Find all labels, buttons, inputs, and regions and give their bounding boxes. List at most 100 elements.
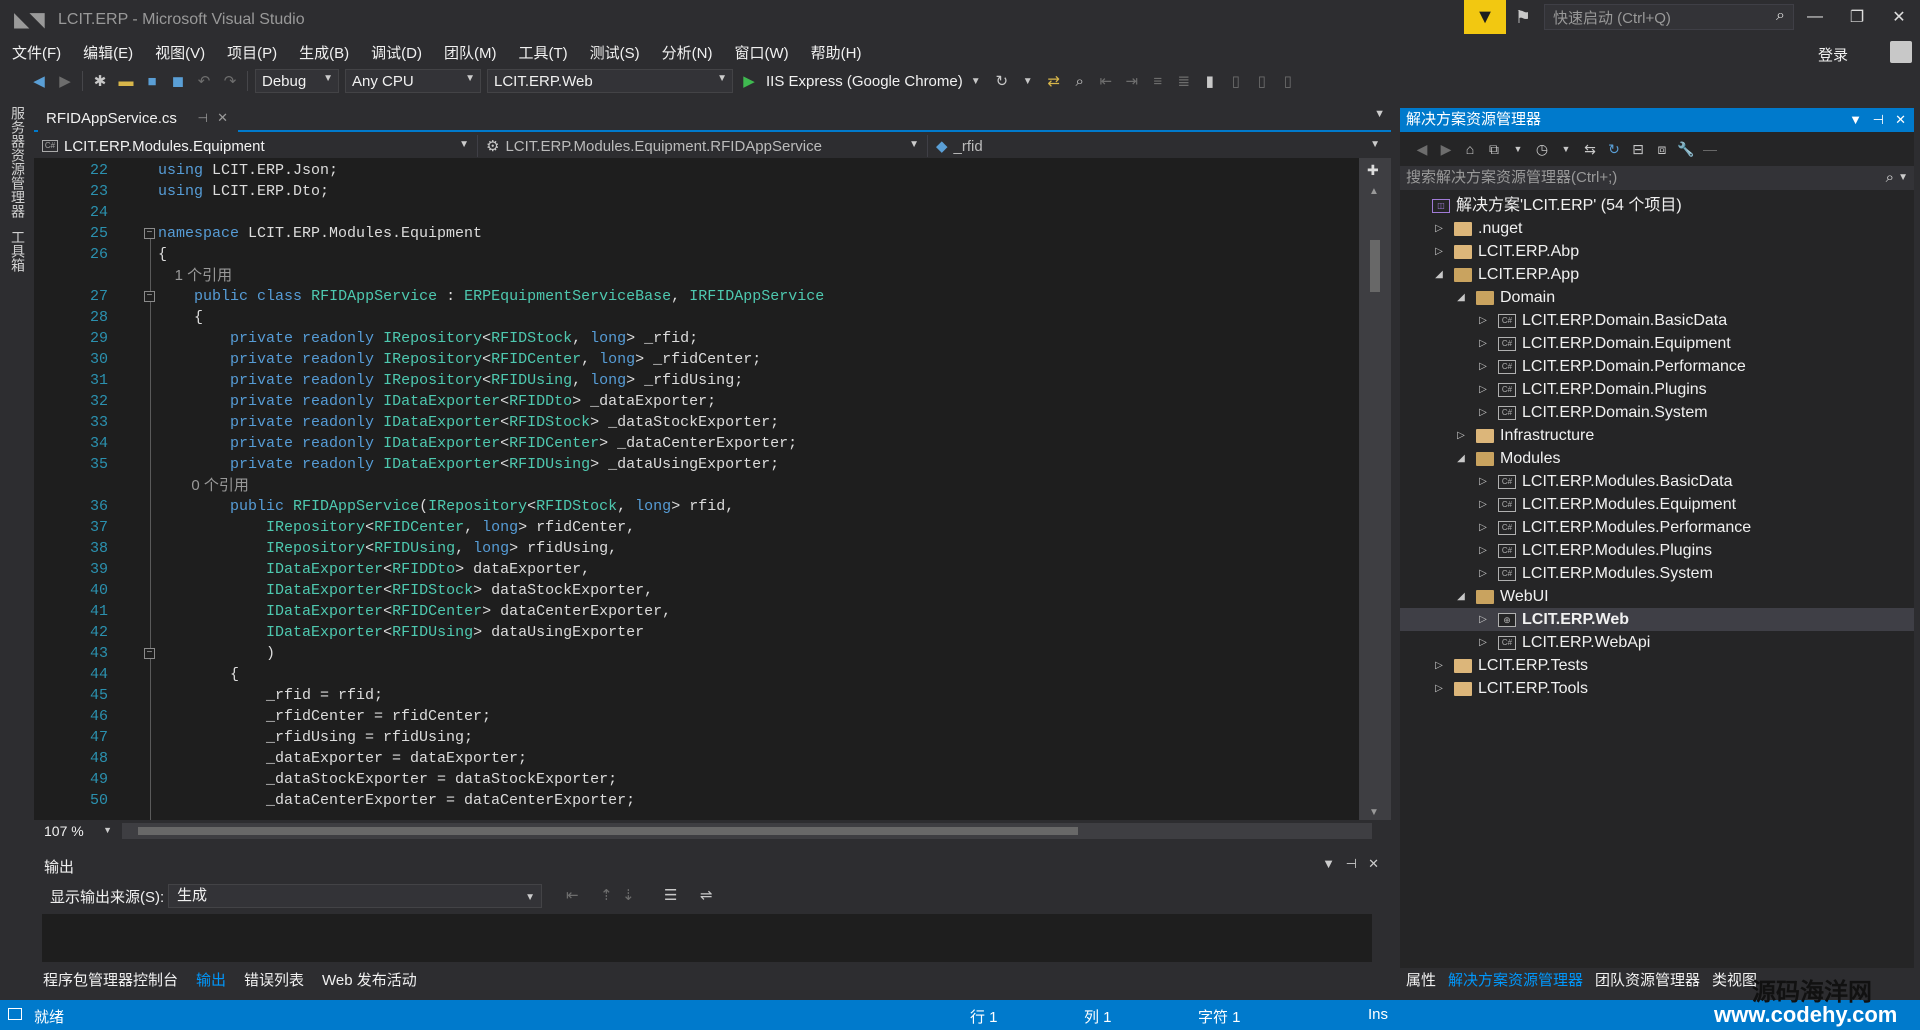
expand-arrow-icon[interactable]: ▷ [1432,240,1446,263]
close-icon[interactable]: ✕ [1895,108,1906,132]
code-line[interactable]: 27 − public class RFIDAppService : ERPEqu… [34,286,1354,307]
tree-item[interactable]: ▷ LCIT.ERP.Abp [1400,240,1914,263]
navigate-back-icon[interactable]: ◀ [26,68,52,94]
code-line[interactable]: 30 private readonly IRepository<RFIDCent… [34,349,1354,370]
tree-item[interactable]: ▷ C# LCIT.ERP.Modules.BasicData [1400,470,1914,493]
tab-solution-explorer[interactable]: 解决方案资源管理器 [1442,969,1589,993]
expand-arrow-icon[interactable]: ▷ [1476,309,1490,332]
code-line[interactable]: 36 public RFIDAppService(IRepository<RFI… [34,496,1354,517]
pin-icon[interactable]: ⊣ [1873,108,1884,132]
code-line[interactable]: 45 _rfid = rfid; [34,685,1354,706]
tab-list-dropdown-icon[interactable]: ▼ [1374,108,1385,120]
menu-tools[interactable]: 工具(T) [507,42,578,63]
forward-icon[interactable]: ▶ [1434,136,1458,162]
bookmark-icon[interactable]: ▮ [1197,68,1223,94]
chevron-down-icon[interactable]: ▼ [1849,108,1862,132]
menu-test[interactable]: 测试(S) [579,42,651,63]
expand-arrow-icon[interactable]: ▷ [1476,539,1490,562]
tab-team-explorer[interactable]: 团队资源管理器 [1589,969,1706,993]
expand-arrow-icon[interactable]: ▷ [1432,677,1446,700]
tree-item[interactable]: ▷ C# LCIT.ERP.Modules.System [1400,562,1914,585]
code-line[interactable]: 32 private readonly IDataExporter<RFIDDt… [34,391,1354,412]
pin-icon[interactable]: ⊣ [1346,856,1357,872]
zoom-select[interactable]: 107 % ▼ [34,823,118,839]
scrollbar-thumb[interactable] [1370,240,1380,292]
collapse-arrow-icon[interactable]: ◢ [1432,263,1446,286]
menu-project[interactable]: 项目(P) [216,42,288,63]
clear-all-icon[interactable]: ☰ [664,886,677,904]
sync-active-document-icon[interactable]: ⇆ [1578,136,1602,162]
home-icon[interactable]: ⌂ [1458,136,1482,162]
menu-analyze[interactable]: 分析(N) [651,42,724,63]
refresh-browser-icon[interactable]: ↻ [989,68,1015,94]
tab-properties[interactable]: 属性 [1400,969,1442,993]
editor-vertical-scrollbar[interactable]: ✚ ▲ ▼ [1359,158,1391,824]
prev-message-icon[interactable]: ⇡ [600,886,613,904]
tab-web-publish-activity[interactable]: Web 发布活动 [313,969,426,993]
clear-bookmarks-icon[interactable]: ▯ [1275,68,1301,94]
menu-window[interactable]: 窗口(W) [723,42,799,63]
find-message-icon[interactable]: ⇤ [566,886,579,904]
tree-item[interactable]: ◢ WebUI [1400,585,1914,608]
chevron-down-icon[interactable]: ▼ [1015,68,1041,94]
browser-link-icon[interactable]: ⇄ [1041,68,1067,94]
code-line[interactable]: 25 − namespace LCIT.ERP.Modules.Equipment [34,223,1354,244]
start-debugging-icon[interactable]: ▶ [736,68,762,94]
restore-icon[interactable]: ❐ [1836,0,1878,34]
tree-item[interactable]: ▷ LCIT.ERP.Tests [1400,654,1914,677]
menu-edit[interactable]: 编辑(E) [72,42,144,63]
navigate-forward-icon[interactable]: ▶ [52,68,78,94]
tree-item[interactable]: ◢ LCIT.ERP.App [1400,263,1914,286]
output-source-select[interactable]: 生成 ▼ [168,884,542,908]
pin-icon[interactable]: ⊣ [198,111,208,125]
code-line[interactable]: 49 _dataStockExporter = dataStockExporte… [34,769,1354,790]
code-line[interactable]: 29 private readonly IRepository<RFIDStoc… [34,328,1354,349]
next-message-icon[interactable]: ⇣ [622,886,635,904]
server-explorer-tab[interactable]: 服务器资源管理器 [8,106,28,218]
expand-arrow-icon[interactable]: ▷ [1476,332,1490,355]
open-file-icon[interactable]: ▬ [113,68,139,94]
tree-item[interactable]: ◢ Modules [1400,447,1914,470]
code-editor[interactable]: 22 using LCIT.ERP.Json; 23 using LCIT.ERP.D… [34,158,1391,824]
code-line[interactable]: 24 [34,202,1354,223]
collapse-arrow-icon[interactable]: ◢ [1454,286,1468,309]
close-window-icon[interactable]: ✕ [1878,0,1920,34]
uncomment-icon[interactable]: ≣ [1171,68,1197,94]
tree-item[interactable]: ◢ Domain [1400,286,1914,309]
login-link[interactable]: 登录 [1818,44,1848,65]
back-icon[interactable]: ◀ [1410,136,1434,162]
codelens-references[interactable]: 1 个引用 [158,265,233,286]
code-line[interactable]: 0 个引用 [34,475,1354,496]
code-line[interactable]: 50 _dataCenterExporter = dataCenterExpor… [34,790,1354,811]
tab-output[interactable]: 输出 [187,969,235,993]
project-nav-select[interactable]: C# LCIT.ERP.Modules.Equipment ▼ [34,135,478,157]
run-target-button[interactable]: IIS Express (Google Chrome) [766,73,963,90]
expand-arrow-icon[interactable]: ▷ [1476,493,1490,516]
codelens-references[interactable]: 0 个引用 [158,475,249,496]
editor-horizontal-scrollbar[interactable] [122,823,1372,839]
pending-changes-filter-icon[interactable]: ◷ [1530,136,1554,162]
solution-search-input[interactable]: 搜索解决方案资源管理器(Ctrl+;) ⌕ ▼ [1400,166,1914,190]
next-bookmark-icon[interactable]: ▯ [1249,68,1275,94]
run-target-dropdown-icon[interactable]: ▼ [963,68,989,94]
chevron-down-icon[interactable]: ▼ [1554,136,1578,162]
switch-views-icon[interactable]: ⧉ [1482,136,1506,162]
save-icon[interactable]: ■ [139,68,165,94]
tree-item[interactable]: ▷ .nuget [1400,217,1914,240]
collapse-all-icon[interactable]: ⊟ [1626,136,1650,162]
tree-item[interactable]: ▷ C# LCIT.ERP.Domain.Plugins [1400,378,1914,401]
new-project-icon[interactable]: ✱ [87,68,113,94]
class-nav-select[interactable]: ⚙ LCIT.ERP.Modules.Equipment.RFIDAppServ… [478,135,928,157]
expand-arrow-icon[interactable]: ▷ [1476,470,1490,493]
code-line[interactable]: 22 using LCIT.ERP.Json; [34,160,1354,181]
code-line[interactable]: 42 IDataExporter<RFIDUsing> dataUsingExp… [34,622,1354,643]
code-line[interactable]: 39 IDataExporter<RFIDDto> dataExporter, [34,559,1354,580]
tree-item[interactable]: ▷ C# LCIT.ERP.Domain.Equipment [1400,332,1914,355]
indent-icon[interactable]: ⇤ [1093,68,1119,94]
code-line[interactable]: 35 private readonly IDataExporter<RFIDUs… [34,454,1354,475]
chevron-down-icon[interactable]: ▼ [1898,166,1908,190]
search-icon[interactable]: ⌕ [1776,7,1785,25]
tree-item[interactable]: ◫ 解决方案'LCIT.ERP' (54 个项目) [1400,194,1914,217]
word-wrap-icon[interactable]: ⇌ [700,886,713,904]
find-in-files-icon[interactable]: ⌕ [1067,68,1093,94]
